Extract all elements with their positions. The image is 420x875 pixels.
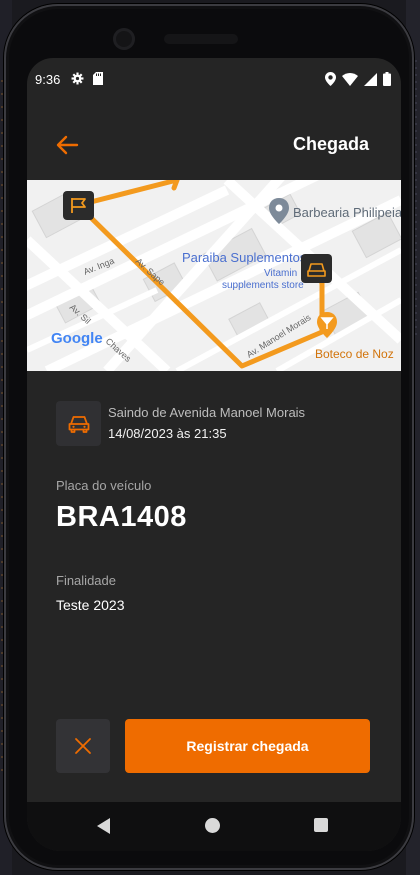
map-label-barbearia: Barbearia Philipeia [293,205,401,220]
status-indicators [325,72,391,86]
nav-recents-icon[interactable] [314,818,328,832]
system-nav-bar [27,802,401,851]
car-icon-box [56,401,101,446]
battery-icon [383,72,391,86]
car-marker-icon[interactable] [301,254,332,283]
front-camera [113,28,135,50]
status-bar: 9:36 [27,58,401,102]
wifi-icon [342,72,358,86]
purpose-value: Teste 2023 [56,597,125,613]
origin-info: Saindo de Avenida Manoel Morais 14/08/20… [56,401,376,447]
map-label-paraiba: Paraiba Suplementos [182,250,307,265]
back-arrow-icon[interactable] [53,132,81,158]
cell-signal-icon [364,72,377,86]
google-attribution: Google [51,330,103,347]
settings-gear-icon [71,72,84,85]
map-label-vitamin: Vitamin [264,268,297,279]
status-time: 9:36 [35,72,61,87]
phone-frame: 9:36 Chegada Barbearia Philipeia Paraiba… [4,4,414,870]
map-label-boteco: Boteco de Noz [315,347,394,361]
cancel-button[interactable] [56,719,110,773]
start-flag-marker-icon[interactable] [63,191,94,220]
departure-datetime: 14/08/2023 às 21:35 [108,426,227,441]
purpose-label: Finalidade [56,573,116,588]
map-label-supplements: supplements store [222,280,304,291]
origin-address: Saindo de Avenida Manoel Morais [108,405,306,420]
plate-value: BRA1408 [56,501,187,533]
car-icon [68,415,89,433]
app-screen: 9:36 Chegada Barbearia Philipeia Paraiba… [27,58,401,851]
sd-card-icon [93,72,103,85]
page-title: Chegada [292,134,369,154]
close-icon [75,738,91,754]
plate-label: Placa do veículo [56,478,152,493]
register-arrival-button[interactable]: Registrar chegada [125,719,370,773]
nav-home-icon[interactable] [205,818,220,833]
nav-back-icon[interactable] [97,818,111,834]
route-map[interactable]: Barbearia Philipeia Paraiba Suplementos … [27,180,401,371]
map-canvas: Barbearia Philipeia Paraiba Suplementos … [27,180,401,371]
earpiece-speaker [164,34,238,44]
location-icon [325,72,336,86]
app-bar: Chegada [27,114,401,176]
